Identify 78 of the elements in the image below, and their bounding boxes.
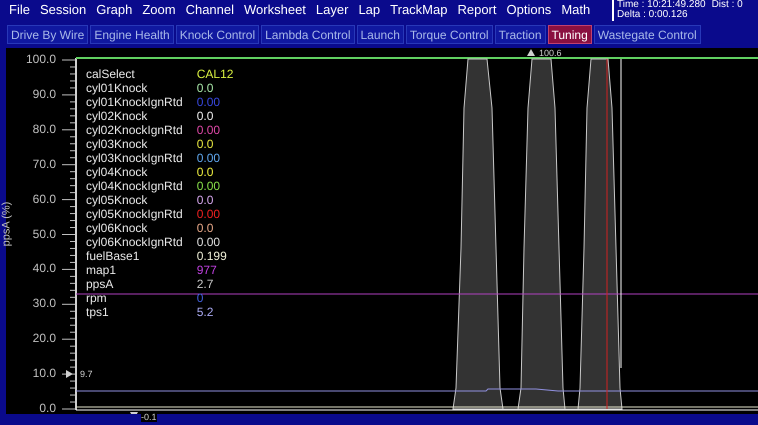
y-tick-label: 100.0 xyxy=(24,52,56,66)
menu-item[interactable]: TrackMap xyxy=(385,0,452,20)
tab[interactable]: Engine Health xyxy=(90,25,174,44)
channel-name: cyl03Knock xyxy=(86,137,148,151)
channel-name: cyl02KnockIgnRtd xyxy=(86,123,183,137)
tab[interactable]: Tuning xyxy=(548,25,592,44)
tab[interactable]: Drive By Wire xyxy=(7,25,88,44)
y-tick-label: 30.0 xyxy=(32,296,56,310)
y-tick-label: 80.0 xyxy=(32,122,56,136)
y-axis-label: ppsA (%) xyxy=(0,202,12,246)
channel-name: cyl06Knock xyxy=(86,221,148,235)
channel-value: 0.0 xyxy=(196,193,214,207)
min-marker-icon xyxy=(130,412,138,414)
time-readout: Time : 10:21:49.280 xyxy=(617,0,706,10)
menu-item[interactable]: Session xyxy=(34,0,92,20)
channel-name: cyl05Knock xyxy=(86,193,148,207)
max-readout: 100.6 xyxy=(539,48,562,58)
y-tick-label: 10.0 xyxy=(32,366,56,380)
channel-name: cyl01KnockIgnRtd xyxy=(86,95,183,109)
tab[interactable]: Knock Control xyxy=(176,25,260,44)
y-tick-label: 50.0 xyxy=(32,226,56,240)
channel-name: rpm xyxy=(86,291,108,305)
channel-value: 0.00 xyxy=(196,235,222,249)
channel-value: 0.0 xyxy=(196,81,214,95)
channel-value: CAL12 xyxy=(196,67,234,81)
channel-value: 0.0 xyxy=(196,221,214,235)
channel-value: 0.00 xyxy=(196,179,222,193)
max-marker-icon xyxy=(527,49,535,56)
channel-name: map1 xyxy=(86,263,118,277)
channel-name: cyl04Knock xyxy=(86,165,148,179)
menu-item[interactable]: Report xyxy=(452,0,502,20)
channel-value: 5.2 xyxy=(196,305,214,319)
channel-value: 0.00 xyxy=(196,123,222,137)
channel-value: 0.0 xyxy=(196,137,214,151)
tab[interactable]: Lambda Control xyxy=(261,25,354,44)
channel-name: cyl05KnockIgnRtd xyxy=(86,207,183,221)
left-marker-icon xyxy=(66,370,73,378)
channel-name: cyl02Knock xyxy=(86,109,148,123)
menu-item[interactable]: File xyxy=(4,0,35,20)
channel-value: 0.0 xyxy=(196,165,214,179)
channel-value: 0.00 xyxy=(196,207,222,221)
distance-readout: Dist : 0 xyxy=(712,0,743,10)
channel-value: 0.0 xyxy=(196,109,214,123)
channel-name: calSelect xyxy=(86,67,136,81)
channel-name: cyl06KnockIgnRtd xyxy=(86,235,183,249)
y-tick-label: 60.0 xyxy=(32,192,56,206)
menu-item[interactable]: Options xyxy=(502,0,556,20)
channel-name: cyl01Knock xyxy=(86,81,148,95)
menu-item[interactable]: Channel xyxy=(180,0,240,20)
menu-item[interactable]: Worksheet xyxy=(239,0,311,20)
tab[interactable]: Torque Control xyxy=(406,25,493,44)
menu-item[interactable]: Math xyxy=(556,0,596,20)
y-tick-label: 70.0 xyxy=(32,156,56,171)
y-tick-label: 20.0 xyxy=(32,331,56,346)
channel-value: 0 xyxy=(196,291,204,305)
channel-name: ppsA xyxy=(86,277,114,291)
menu-item[interactable]: Lap xyxy=(353,0,386,20)
tab[interactable]: Traction xyxy=(494,25,546,44)
channel-value: 0.00 xyxy=(196,95,222,109)
tab[interactable]: Wastegate Control xyxy=(594,25,701,44)
menu-item[interactable]: Layer xyxy=(310,0,354,20)
channel-name: cyl04KnockIgnRtd xyxy=(86,179,183,193)
channel-name: fuelBase1 xyxy=(86,249,140,263)
channel-value: 977 xyxy=(196,263,218,277)
min-readout: -0.1 xyxy=(141,412,157,422)
y-tick-label: 0.0 xyxy=(38,401,56,415)
menu-item[interactable]: Zoom xyxy=(137,0,181,20)
y-tick-label: 40.0 xyxy=(32,261,56,276)
menu-item[interactable]: Graph xyxy=(91,0,138,20)
delta-readout: Delta : 0:00.126 xyxy=(617,10,689,20)
y-tick-label: 90.0 xyxy=(32,86,56,101)
tab[interactable]: Launch xyxy=(356,25,404,44)
left-readout: 9.7 xyxy=(80,369,93,379)
channel-value: 0.199 xyxy=(196,249,228,263)
channel-value: 0.00 xyxy=(196,151,222,165)
channel-name: cyl03KnockIgnRtd xyxy=(86,151,183,165)
channel-name: tps1 xyxy=(86,305,110,319)
channel-value: 2.7 xyxy=(196,277,214,291)
